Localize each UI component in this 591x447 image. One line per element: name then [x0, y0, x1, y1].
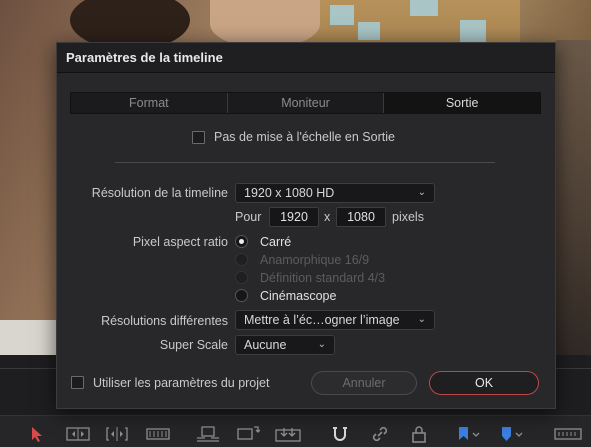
- radio-carre[interactable]: [235, 235, 248, 248]
- timeline-resolution-select[interactable]: 1920 x 1080 HD ⌄: [235, 183, 435, 203]
- tab-moniteur[interactable]: Moniteur: [228, 93, 385, 113]
- radio-definition-standard: [235, 271, 248, 284]
- mismatched-resolution-value: Mettre à l’éc…ogner l’image: [244, 313, 400, 327]
- radio-anamorphique: [235, 253, 248, 266]
- dynamic-trim-icon[interactable]: [104, 425, 130, 443]
- background-note: [410, 0, 438, 16]
- lock-icon[interactable]: [410, 425, 428, 443]
- use-project-settings-label: Utiliser les paramètres du projet: [93, 376, 270, 390]
- no-scaling-checkbox[interactable]: [192, 131, 205, 144]
- mismatched-resolution-select[interactable]: Mettre à l’éc…ogner l’image ⌄: [235, 310, 435, 330]
- mismatched-resolution-label: Résolutions différentes: [101, 314, 228, 328]
- ok-button[interactable]: OK: [429, 371, 539, 395]
- times-label: x: [324, 210, 331, 224]
- insert-clip-icon[interactable]: [195, 425, 221, 443]
- link-icon[interactable]: [370, 425, 390, 443]
- width-field[interactable]: 1920: [269, 207, 319, 227]
- trim-edit-icon[interactable]: [64, 425, 92, 443]
- super-scale-value: Aucune: [244, 338, 287, 352]
- pixel-aspect-label: Pixel aspect ratio: [132, 235, 228, 249]
- tab-format[interactable]: Format: [71, 93, 228, 113]
- chevron-down-icon: ⌄: [317, 339, 326, 350]
- overwrite-clip-icon[interactable]: [235, 425, 261, 443]
- timeline-resolution-label: Résolution de la timeline: [91, 186, 228, 200]
- no-scaling-label: Pas de mise à l'échelle en Sortie: [214, 130, 395, 144]
- timeline-resolution-value: 1920 x 1080 HD: [244, 186, 335, 200]
- for-label: Pour: [235, 210, 262, 224]
- background-note: [460, 20, 486, 42]
- height-field[interactable]: 1080: [336, 207, 386, 227]
- zoom-slider-icon[interactable]: [553, 425, 583, 443]
- radio-cinemascope-label: Cinémascope: [260, 289, 337, 303]
- snapping-icon[interactable]: [330, 425, 350, 443]
- background-note: [358, 22, 380, 40]
- flag-icon[interactable]: [455, 425, 483, 443]
- radio-carre-label: Carré: [260, 235, 292, 249]
- marker-icon[interactable]: [498, 425, 526, 443]
- background-person: [210, 0, 320, 48]
- background-note: [330, 5, 354, 25]
- pixels-label: pixels: [392, 210, 424, 224]
- chevron-down-icon: ⌄: [417, 187, 426, 198]
- super-scale-label: Super Scale: [159, 338, 228, 352]
- radio-anamorphique-label: Anamorphique 16/9: [260, 253, 370, 267]
- dialog-titlebar[interactable]: Paramètres de la timeline: [57, 43, 555, 73]
- radio-definition-standard-label: Définition standard 4/3: [260, 271, 386, 285]
- radio-cinemascope[interactable]: [235, 289, 248, 302]
- dialog-title: Paramètres de la timeline: [66, 50, 223, 65]
- use-project-settings-checkbox[interactable]: [71, 376, 84, 389]
- replace-clip-icon[interactable]: [274, 425, 302, 443]
- background-edge: [556, 40, 591, 360]
- super-scale-select[interactable]: Aucune ⌄: [235, 335, 335, 355]
- section-divider: [115, 162, 495, 163]
- blade-icon[interactable]: [145, 425, 171, 443]
- background-edge: [0, 320, 56, 360]
- chevron-down-icon: ⌄: [417, 314, 426, 325]
- cancel-button[interactable]: Annuler: [311, 371, 417, 395]
- tab-sortie[interactable]: Sortie: [384, 93, 541, 113]
- settings-tabs: Format Moniteur Sortie: [70, 92, 541, 114]
- selection-arrow-icon[interactable]: [30, 425, 44, 443]
- timeline-settings-dialog: Paramètres de la timeline Format Moniteu…: [56, 42, 556, 409]
